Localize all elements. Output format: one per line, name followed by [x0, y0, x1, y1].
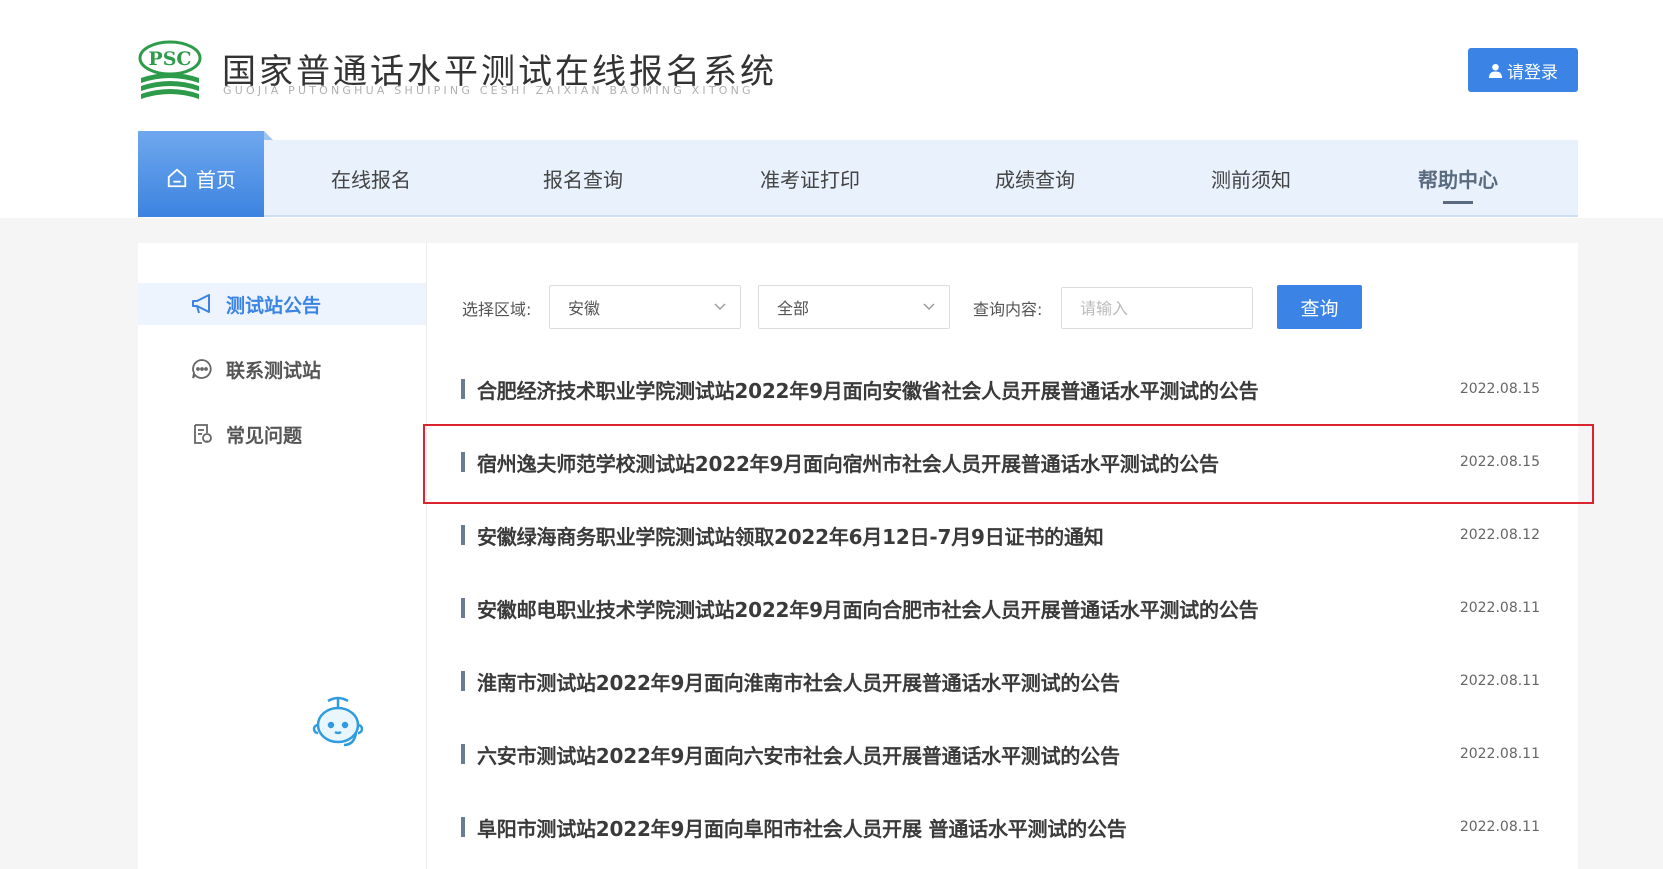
row-marker: [461, 817, 465, 837]
search-input[interactable]: [1061, 287, 1253, 329]
nav-registration-query[interactable]: 报名查询: [510, 140, 656, 217]
notice-title[interactable]: 宿州逸夫师范学校测试站2022年9月面向宿州市社会人员开展普通话水平测试的公告: [477, 448, 1450, 477]
nav-pretest-notice[interactable]: 测前须知: [1178, 140, 1324, 217]
query-label: 查询内容:: [973, 300, 1043, 319]
notice-row[interactable]: 安徽绿海商务职业学院测试站领取2022年6月12日-7月9日证书的通知 2022…: [461, 515, 1540, 555]
row-marker: [461, 598, 465, 618]
city-select[interactable]: 全部: [758, 285, 950, 329]
document-question-icon: [194, 424, 212, 444]
notice-row[interactable]: 淮南市测试站2022年9月面向淮南市社会人员开展普通话水平测试的公告 2022.…: [461, 661, 1540, 701]
chat-icon: [192, 359, 212, 379]
site-subtitle: GUOJIA PUTONGHUA SHUIPING CESHI ZAIXIAN …: [223, 84, 754, 97]
user-icon: [1488, 63, 1503, 78]
city-select-value: 全部: [777, 299, 810, 318]
chevron-down-icon: [923, 303, 935, 310]
notice-title[interactable]: 合肥经济技术职业学院测试站2022年9月面向安徽省社会人员开展普通话水平测试的公…: [477, 375, 1450, 404]
svg-text:PSC: PSC: [148, 48, 191, 70]
notice-date: 2022.08.15: [1459, 381, 1540, 397]
region-select[interactable]: 安徽: [549, 285, 741, 329]
sidebar-item-contact-station[interactable]: 联系测试站: [138, 348, 426, 390]
chevron-down-icon: [714, 303, 726, 310]
notice-date: 2022.08.12: [1459, 527, 1540, 543]
sidebar-item-station-notices[interactable]: 测试站公告: [138, 283, 426, 325]
notice-title[interactable]: 安徽邮电职业技术学院测试站2022年9月面向合肥市社会人员开展普通话水平测试的公…: [477, 594, 1450, 623]
nav-active-underline: [1443, 201, 1473, 204]
nav-home-label: 首页: [196, 167, 236, 192]
sidebar-item-faq[interactable]: 常见问题: [138, 413, 426, 455]
notice-title[interactable]: 六安市测试站2022年9月面向六安市社会人员开展普通话水平测试的公告: [477, 740, 1450, 769]
home-icon: [167, 168, 187, 188]
row-marker: [461, 671, 465, 691]
nav-online-registration[interactable]: 在线报名: [298, 140, 444, 217]
row-marker: [461, 379, 465, 399]
notice-row[interactable]: 六安市测试站2022年9月面向六安市社会人员开展普通话水平测试的公告 2022.…: [461, 734, 1540, 774]
notice-title[interactable]: 安徽绿海商务职业学院测试站领取2022年6月12日-7月9日证书的通知: [477, 521, 1450, 550]
notice-date: 2022.08.15: [1459, 454, 1540, 470]
nav-admission-ticket-print[interactable]: 准考证打印: [730, 140, 890, 217]
notice-date: 2022.08.11: [1459, 746, 1540, 762]
sidebar: [138, 243, 427, 869]
megaphone-icon: [192, 294, 210, 314]
region-select-value: 安徽: [568, 299, 601, 318]
login-label: 请登录: [1507, 62, 1558, 83]
row-marker: [461, 452, 465, 472]
search-button[interactable]: 查询: [1277, 285, 1362, 329]
notice-date: 2022.08.11: [1459, 600, 1540, 616]
psc-logo: PSC: [138, 40, 202, 99]
notice-date: 2022.08.11: [1459, 819, 1540, 835]
nav-home[interactable]: 首页: [138, 131, 264, 217]
sidebar-item-label: 测试站公告: [226, 294, 322, 317]
notice-row[interactable]: 阜阳市测试站2022年9月面向阜阳市社会人员开展 普通话水平测试的公告 2022…: [461, 807, 1540, 847]
sidebar-item-label: 联系测试站: [226, 359, 322, 382]
notice-date: 2022.08.11: [1459, 673, 1540, 689]
notice-row[interactable]: 宿州逸夫师范学校测试站2022年9月面向宿州市社会人员开展普通话水平测试的公告 …: [461, 442, 1540, 482]
nav-score-query[interactable]: 成绩查询: [962, 140, 1108, 217]
row-marker: [461, 525, 465, 545]
robot-assistant-icon[interactable]: [306, 695, 370, 751]
notice-row[interactable]: 合肥经济技术职业学院测试站2022年9月面向安徽省社会人员开展普通话水平测试的公…: [461, 369, 1540, 409]
notice-title[interactable]: 阜阳市测试站2022年9月面向阜阳市社会人员开展 普通话水平测试的公告: [477, 813, 1450, 842]
notice-row[interactable]: 安徽邮电职业技术学院测试站2022年9月面向合肥市社会人员开展普通话水平测试的公…: [461, 588, 1540, 628]
row-marker: [461, 744, 465, 764]
region-label: 选择区域:: [462, 300, 532, 319]
home-tab-corner: [264, 131, 273, 140]
nav-help-center[interactable]: 帮助中心: [1385, 140, 1531, 217]
notice-title[interactable]: 淮南市测试站2022年9月面向淮南市社会人员开展普通话水平测试的公告: [477, 667, 1450, 696]
sidebar-item-label: 常见问题: [226, 424, 303, 447]
login-button[interactable]: 请登录: [1468, 48, 1578, 92]
